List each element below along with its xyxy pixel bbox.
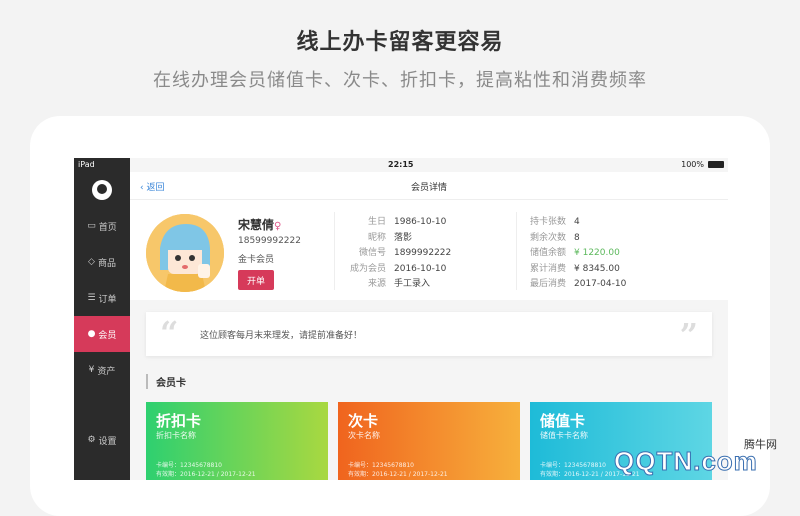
quote-close-icon: ”: [679, 316, 698, 354]
quote-open-icon: “: [160, 314, 179, 352]
sidebar-item-label: 首页: [98, 222, 117, 233]
stat-row: 剩余次数 8: [530, 230, 626, 246]
sidebar-item-label: 订单: [98, 294, 117, 305]
divider: [516, 212, 517, 290]
detail-row: 成为会员 2016-10-10: [340, 261, 451, 277]
member-note: “ 这位顾客每月末来理发，请提前准备好！ ”: [146, 312, 712, 356]
sidebar-item-label: 设置: [98, 436, 117, 447]
member-profile: 宋慧倩♀ 18599992222 金卡会员 开单 生日 1986-10-10 昵称…: [130, 200, 728, 300]
stat-value: 8: [574, 232, 580, 243]
stat-row: 持卡张数 4: [530, 214, 626, 230]
stat-label: 持卡张数: [530, 217, 567, 227]
member-phone: 18599992222: [238, 236, 301, 246]
sidebar-item-orders[interactable]: ☰ 订单: [74, 280, 130, 316]
card-subtitle: 储值卡卡名称: [540, 431, 588, 440]
nav-bar: ‹ 返回 会员详情: [130, 172, 728, 200]
card-subtitle: 次卡名称: [348, 431, 380, 440]
detail-label: 昵称: [367, 232, 386, 243]
page-title: 会员详情: [410, 183, 447, 193]
battery-percent: 100%: [681, 160, 704, 169]
app-logo[interactable]: [92, 180, 112, 200]
stat-label: 最后消费: [530, 279, 567, 289]
watermark-logo: QQTN.com: [614, 446, 758, 477]
divider: [334, 212, 335, 290]
open-card-button[interactable]: 开单: [238, 270, 274, 290]
card-expiry: 有效期：2016-12-21 / 2017-12-21: [348, 471, 448, 478]
stat-label: 储值余额: [530, 248, 567, 258]
avatar: [146, 214, 224, 292]
sidebar-item-products[interactable]: ◇ 商品: [74, 244, 130, 280]
note-text: 这位顾客每月末来理发，请提前准备好！: [200, 331, 363, 341]
detail-value: 1986-10-10: [394, 217, 447, 227]
sidebar-item-label: 会员: [98, 330, 117, 341]
promo-title: 线上办卡留客更容易: [296, 30, 504, 55]
stat-row: 储值余额 ¥ 1220.00: [530, 245, 626, 261]
detail-row: 微信号 1899992222: [340, 245, 451, 261]
stat-label: 累计消费: [530, 263, 567, 274]
card-title: 折扣卡: [156, 412, 202, 430]
detail-label: 微信号: [358, 248, 386, 258]
member-level: 金卡会员: [238, 255, 275, 265]
detail-value: 落影: [394, 232, 413, 243]
card-title: 次卡: [348, 412, 379, 430]
member-stats: 持卡张数 4 剩余次数 8 储值余额 ¥ 1220.00 累计消费 ¥ 8345.00 …: [530, 214, 626, 292]
sidebar-item-label: 商品: [97, 258, 116, 269]
sidebar-item-home[interactable]: ▭ 首页: [74, 208, 130, 244]
message-icon: ▭: [87, 221, 96, 231]
card-title: 储值卡: [540, 412, 586, 430]
card-number: 卡编号：12345678810: [540, 462, 606, 469]
yen-icon: ¥: [88, 365, 95, 375]
card-number: 卡编号：12345678810: [348, 462, 414, 469]
stat-value: ¥ 1220.00: [574, 248, 620, 258]
member-details: 生日 1986-10-10 昵称 落影 微信号 1899992222 成为会员 2016…: [340, 214, 451, 292]
detail-row: 昵称 落影: [340, 230, 451, 246]
stat-row: 累计消费 ¥ 8345.00: [530, 261, 626, 277]
stat-label: 剩余次数: [530, 232, 567, 243]
detail-label: 来源: [367, 279, 386, 289]
status-bar: iPad 22:15 100%: [74, 158, 728, 172]
gear-icon: ⚙: [87, 435, 96, 445]
sidebar-item-label: 资产: [97, 366, 116, 377]
count-card[interactable]: 次卡 次卡名称 卡编号：12345678810 有效期：2016-12-21 /…: [338, 402, 520, 480]
user-icon: ●: [87, 329, 96, 339]
card-subtitle: 折扣卡名称: [156, 431, 196, 440]
detail-value: 1899992222: [394, 248, 452, 258]
detail-label: 成为会员: [349, 263, 386, 274]
card-expiry: 有效期：2016-12-21 / 2017-12-21: [156, 471, 256, 478]
detail-row: 来源 手工录入: [340, 276, 451, 292]
battery-icon: [708, 161, 724, 168]
clock: 22:15: [388, 160, 414, 169]
detail-value: 手工录入: [394, 279, 431, 289]
member-name-text: 宋慧倩: [238, 218, 275, 232]
discount-card[interactable]: 折扣卡 折扣卡名称 卡编号：12345678810 有效期：2016-12-21…: [146, 402, 328, 480]
device-label: iPad: [78, 160, 95, 169]
sidebar-item-members[interactable]: ● 会员: [74, 316, 130, 352]
watermark: 腾牛网 QQTN.com: [604, 430, 800, 480]
card-number: 卡编号：12345678810: [156, 462, 222, 469]
stat-value: 2017-04-10: [574, 279, 627, 289]
detail-value: 2016-10-10: [394, 263, 447, 274]
promo-subtitle: 在线办理会员储值卡、次卡、折扣卡，提高粘性和消费频率: [153, 70, 647, 91]
detail-row: 生日 1986-10-10: [340, 214, 451, 230]
stat-value: ¥ 8345.00: [574, 263, 620, 274]
sidebar-item-assets[interactable]: ¥ 资产: [74, 352, 130, 388]
section-title: 会员卡: [146, 374, 186, 389]
sidebar: ▭ 首页 ◇ 商品 ☰ 订单 ● 会员 ¥ 资产 ⚙ 设置: [74, 158, 130, 480]
female-icon: ♀: [274, 221, 282, 232]
sidebar-item-settings[interactable]: ⚙ 设置: [74, 422, 130, 458]
stat-value: 4: [574, 217, 580, 227]
tag-icon: ◇: [88, 257, 95, 267]
list-icon: ☰: [87, 293, 96, 303]
member-name: 宋慧倩♀: [238, 216, 281, 233]
stat-row: 最后消费 2017-04-10: [530, 276, 626, 292]
detail-label: 生日: [367, 217, 386, 227]
